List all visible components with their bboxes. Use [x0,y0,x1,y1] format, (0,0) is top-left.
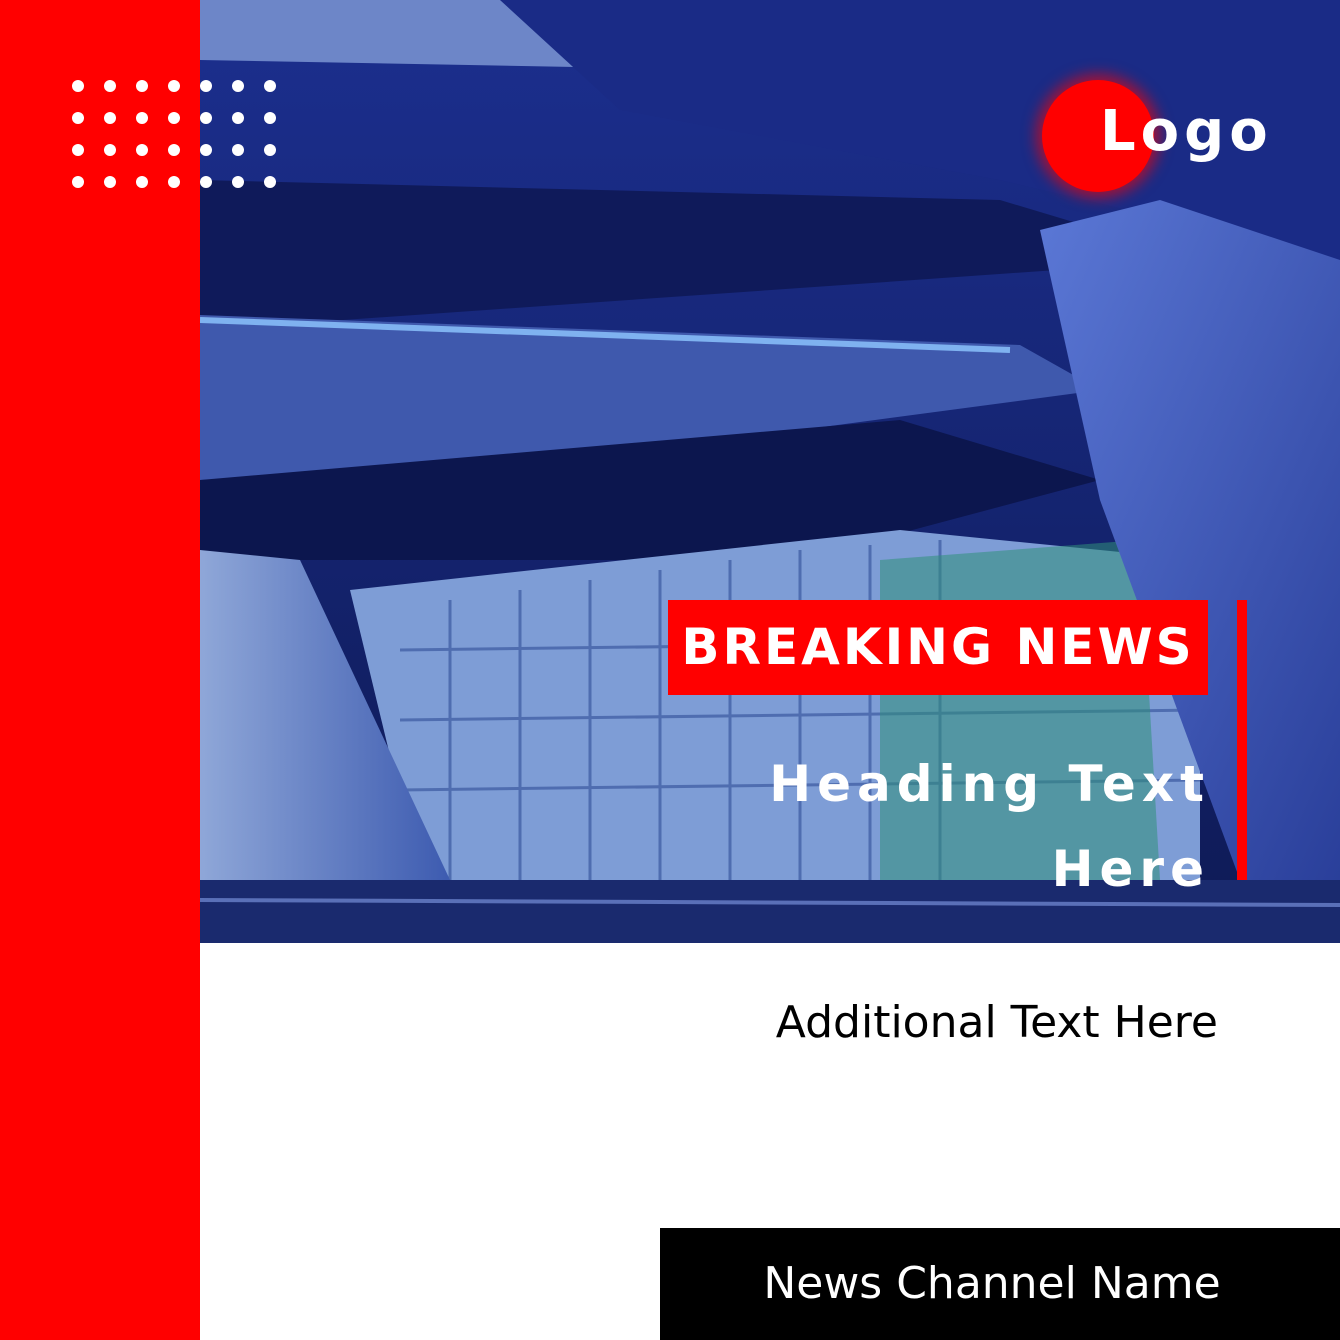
channel-name: News Channel Name [763,1258,1221,1309]
red-side-strip [0,0,200,1340]
heading-text: Heading Text Here [650,742,1210,912]
accent-vertical-bar [1237,600,1247,880]
additional-text: Additional Text Here [775,997,1218,1048]
heading-line-1: Heading Text [769,755,1210,813]
logo-text: Logo [1100,99,1273,164]
decorative-dot-grid [72,80,276,188]
channel-name-bar: News Channel Name [660,1228,1340,1340]
heading-line-2: Here [1051,840,1210,898]
breaking-news-banner: BREAKING NEWS [668,600,1208,695]
